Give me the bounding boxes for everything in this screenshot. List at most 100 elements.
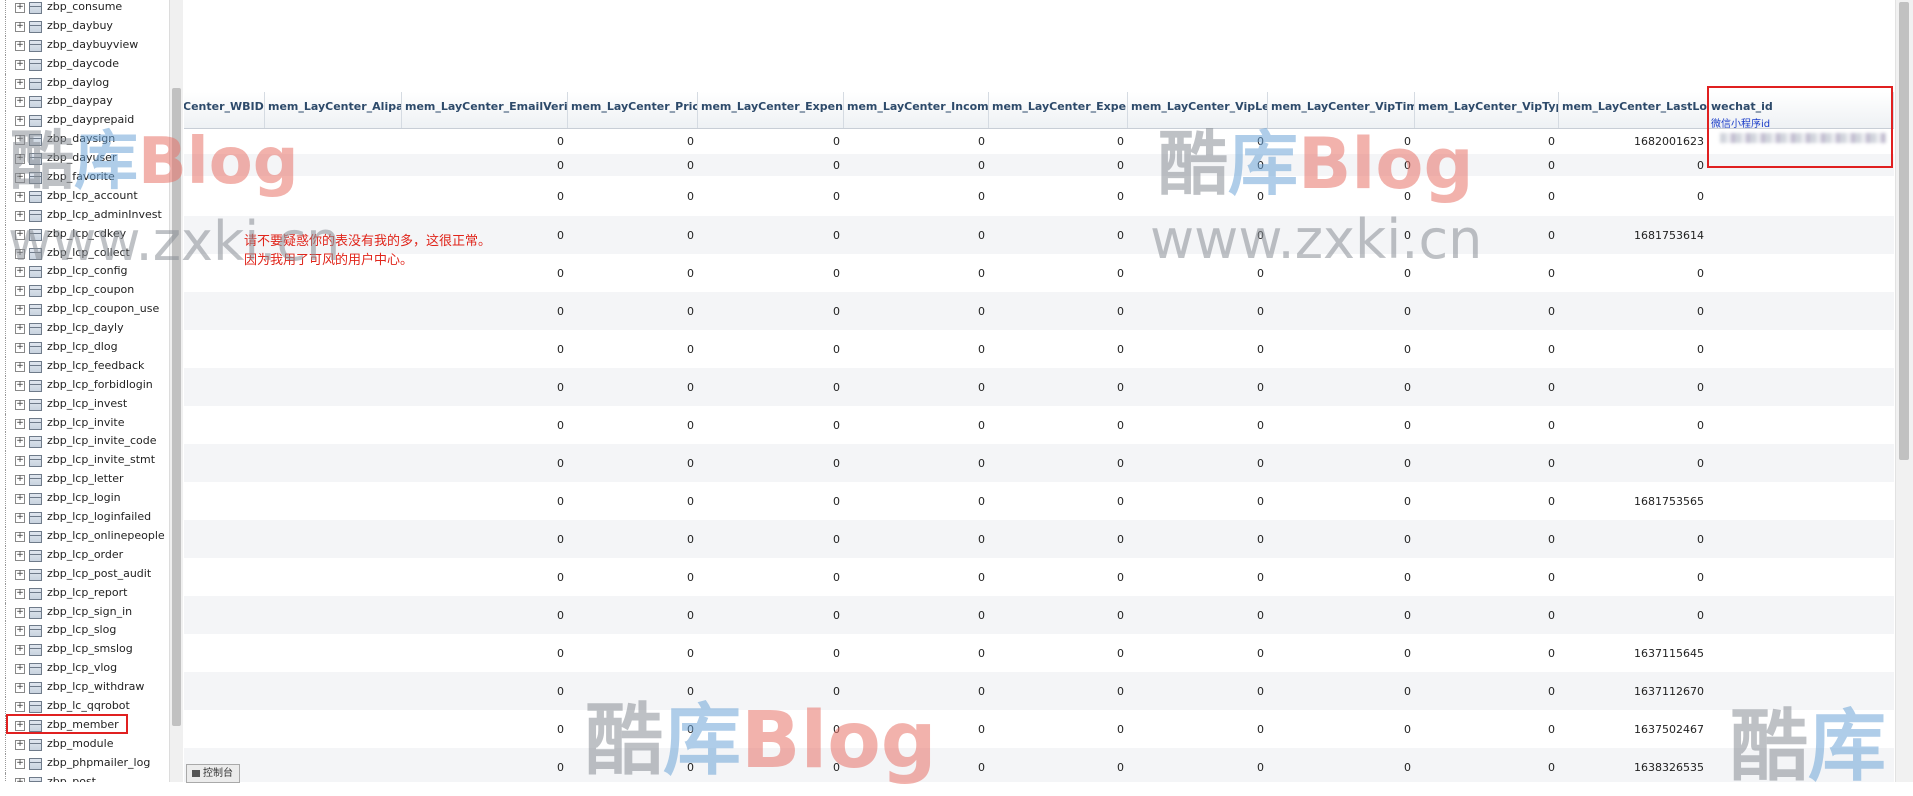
cell-mem_LayCenter_EmailVerify[interactable]: 0 [402, 558, 568, 596]
cell-mem_LayCenter_VipTime[interactable]: 0 [1268, 710, 1415, 748]
expand-plus-icon[interactable]: + [15, 343, 25, 354]
expand-plus-icon[interactable]: + [15, 626, 25, 637]
expand-plus-icon[interactable]: + [15, 154, 25, 165]
cell-mem_LayCenter_VipType[interactable]: 0 [1415, 520, 1559, 558]
sidebar-item-zbp_favorite[interactable]: + zbp_favorite [0, 168, 168, 187]
sidebar-item-zbp_lcp_report[interactable]: + zbp_lcp_report [0, 583, 168, 603]
cell-mem_LayCenter_Income[interactable]: 0 [844, 254, 989, 292]
table-row[interactable]: 0 0 0 0 0 0 0 0 1681753565 [184, 482, 1894, 520]
sidebar-item-zbp_lcp_invest[interactable]: + zbp_lcp_invest [0, 394, 168, 414]
sidebar-item-zbp_daycode[interactable]: + zbp_daycode [0, 54, 168, 74]
cell-mem_LayCenter_VipLevel[interactable]: 0 [1128, 748, 1268, 782]
table-row[interactable]: 0 0 0 0 0 0 0 0 1682001623 [184, 128, 1894, 154]
expand-plus-icon[interactable]: + [15, 437, 25, 448]
sidebar-item-zbp_lcp_invite_stmt[interactable]: + zbp_lcp_invite_stmt [0, 451, 168, 471]
cell-mem_LayCenter_VipLevel[interactable]: 0 [1128, 596, 1268, 634]
cell-mem_LayCenter_VipType[interactable]: 0 [1415, 330, 1559, 368]
expand-plus-icon[interactable]: + [15, 40, 25, 51]
cell-Center_WBID[interactable] [184, 292, 265, 330]
cell-mem_LayCenter_LastLogin[interactable]: 1637112670 [1559, 672, 1708, 710]
cell-mem_LayCenter_Alipay[interactable] [265, 128, 402, 154]
cell-mem_LayCenter_Exper[interactable]: 0 [989, 154, 1128, 176]
sidebar-item-zbp_lcp_feedback[interactable]: + zbp_lcp_feedback [0, 356, 168, 376]
cell-mem_LayCenter_LastLogin[interactable]: 0 [1559, 596, 1708, 634]
cell-mem_LayCenter_VipType[interactable]: 0 [1415, 444, 1559, 482]
sidebar-item-zbp_lcp_order[interactable]: + zbp_lcp_order [0, 545, 168, 565]
column-header-mem_LayCenter_Price[interactable]: mem_LayCenter_Price [568, 92, 698, 128]
cell-mem_LayCenter_Exper[interactable]: 0 [989, 748, 1128, 782]
cell-mem_LayCenter_EmailVerify[interactable]: 0 [402, 672, 568, 710]
cell-mem_LayCenter_Alipay[interactable] [265, 154, 402, 176]
cell-mem_LayCenter_LastLogin[interactable]: 0 [1559, 368, 1708, 406]
expand-plus-icon[interactable]: + [15, 97, 25, 108]
column-header-mem_LayCenter_Expend[interactable]: mem_LayCenter_Expend [698, 92, 844, 128]
cell-mem_LayCenter_VipTime[interactable]: 0 [1268, 482, 1415, 520]
cell-mem_LayCenter_VipTime[interactable]: 0 [1268, 292, 1415, 330]
column-header-mem_LayCenter_VipLevel[interactable]: mem_LayCenter_VipLevel [1128, 92, 1268, 128]
cell-mem_LayCenter_VipTime[interactable]: 0 [1268, 558, 1415, 596]
cell-mem_LayCenter_LastLogin[interactable]: 0 [1559, 154, 1708, 176]
sidebar-item-zbp_lcp_collect[interactable]: + zbp_lcp_collect [0, 243, 168, 263]
cell-mem_LayCenter_VipTime[interactable]: 0 [1268, 330, 1415, 368]
cell-mem_LayCenter_Price[interactable]: 0 [568, 748, 698, 782]
cell-mem_LayCenter_LastLogin[interactable]: 0 [1559, 292, 1708, 330]
cell-mem_LayCenter_Expend[interactable]: 0 [698, 368, 844, 406]
cell-Center_WBID[interactable] [184, 520, 265, 558]
sidebar-item-zbp_daybuy[interactable]: + zbp_daybuy [0, 16, 168, 36]
cell-mem_LayCenter_VipType[interactable]: 0 [1415, 406, 1559, 444]
expand-plus-icon[interactable]: + [15, 645, 25, 656]
cell-mem_LayCenter_Income[interactable]: 0 [844, 216, 989, 254]
cell-mem_LayCenter_VipLevel[interactable]: 0 [1128, 216, 1268, 254]
cell-mem_LayCenter_Expend[interactable]: 0 [698, 176, 844, 216]
sidebar-item-zbp_lcp_withdraw[interactable]: + zbp_lcp_withdraw [0, 678, 168, 697]
sidebar-item-zbp_lcp_letter[interactable]: + zbp_lcp_letter [0, 470, 168, 490]
cell-mem_LayCenter_Exper[interactable]: 0 [989, 368, 1128, 406]
sidebar-item-zbp_lcp_login[interactable]: + zbp_lcp_login [0, 489, 168, 509]
table-row[interactable]: 000000000 [184, 444, 1894, 482]
cell-mem_LayCenter_Expend[interactable]: 0 [698, 710, 844, 748]
cell-mem_LayCenter_Expend[interactable]: 0 [698, 558, 844, 596]
cell-mem_LayCenter_Price[interactable]: 0 [568, 520, 698, 558]
cell-mem_LayCenter_VipLevel[interactable]: 0 [1128, 406, 1268, 444]
column-header-mem_LayCenter_Exper[interactable]: mem_LayCenter_Exper [989, 92, 1128, 128]
cell-mem_LayCenter_VipType[interactable]: 0 [1415, 558, 1559, 596]
expand-plus-icon[interactable]: + [15, 777, 25, 782]
cell-Center_WBID[interactable] [184, 444, 265, 482]
cell-mem_LayCenter_Income[interactable]: 0 [844, 444, 989, 482]
cell-mem_LayCenter_VipType[interactable]: 0 [1415, 634, 1559, 672]
cell-mem_LayCenter_Price[interactable]: 0 [568, 254, 698, 292]
cell-mem_LayCenter_Price[interactable]: 0 [568, 672, 698, 710]
cell-mem_LayCenter_Income[interactable]: 0 [844, 482, 989, 520]
cell-mem_LayCenter_Price[interactable]: 0 [568, 558, 698, 596]
cell-mem_LayCenter_Exper[interactable]: 0 [989, 128, 1128, 154]
expand-plus-icon[interactable]: + [15, 380, 25, 391]
sidebar-item-zbp_dayuser[interactable]: + zbp_dayuser [0, 149, 168, 169]
sidebar-item-zbp_daylog[interactable]: + zbp_daylog [0, 73, 168, 93]
expand-plus-icon[interactable]: + [15, 418, 25, 429]
sidebar-item-zbp_daybuyview[interactable]: + zbp_daybuyview [0, 35, 168, 55]
expand-plus-icon[interactable]: + [15, 267, 25, 278]
cell-mem_LayCenter_Exper[interactable]: 0 [989, 176, 1128, 216]
cell-mem_LayCenter_Income[interactable]: 0 [844, 596, 989, 634]
sidebar-item-zbp_phpmailer_log[interactable]: + zbp_phpmailer_log [0, 753, 168, 773]
cell-mem_LayCenter_VipTime[interactable]: 0 [1268, 444, 1415, 482]
cell-mem_LayCenter_Alipay[interactable] [265, 634, 402, 672]
cell-mem_LayCenter_Price[interactable]: 0 [568, 482, 698, 520]
expand-plus-icon[interactable]: + [15, 305, 25, 316]
expand-plus-icon[interactable]: + [15, 588, 25, 599]
cell-mem_LayCenter_VipType[interactable]: 0 [1415, 128, 1559, 154]
cell-mem_LayCenter_Price[interactable]: 0 [568, 292, 698, 330]
cell-mem_LayCenter_Price[interactable]: 0 [568, 216, 698, 254]
cell-Center_WBID[interactable] [184, 154, 265, 176]
cell-mem_LayCenter_VipLevel[interactable]: 0 [1128, 710, 1268, 748]
cell-Center_WBID[interactable] [184, 596, 265, 634]
cell-mem_LayCenter_Expend[interactable]: 0 [698, 520, 844, 558]
sidebar-item-zbp_lcp_coupon_use[interactable]: + zbp_lcp_coupon_use [0, 300, 168, 320]
cell-mem_LayCenter_Alipay[interactable] [265, 710, 402, 748]
column-header-mem_LayCenter_EmailVerify[interactable]: mem_LayCenter_EmailVerify [402, 92, 568, 128]
sidebar-item-zbp_lcp_invite_code[interactable]: + zbp_lcp_invite_code [0, 432, 168, 452]
cell-Center_WBID[interactable] [184, 330, 265, 368]
cell-mem_LayCenter_VipTime[interactable]: 0 [1268, 254, 1415, 292]
cell-mem_LayCenter_Expend[interactable]: 0 [698, 254, 844, 292]
cell-mem_LayCenter_EmailVerify[interactable]: 0 [402, 330, 568, 368]
